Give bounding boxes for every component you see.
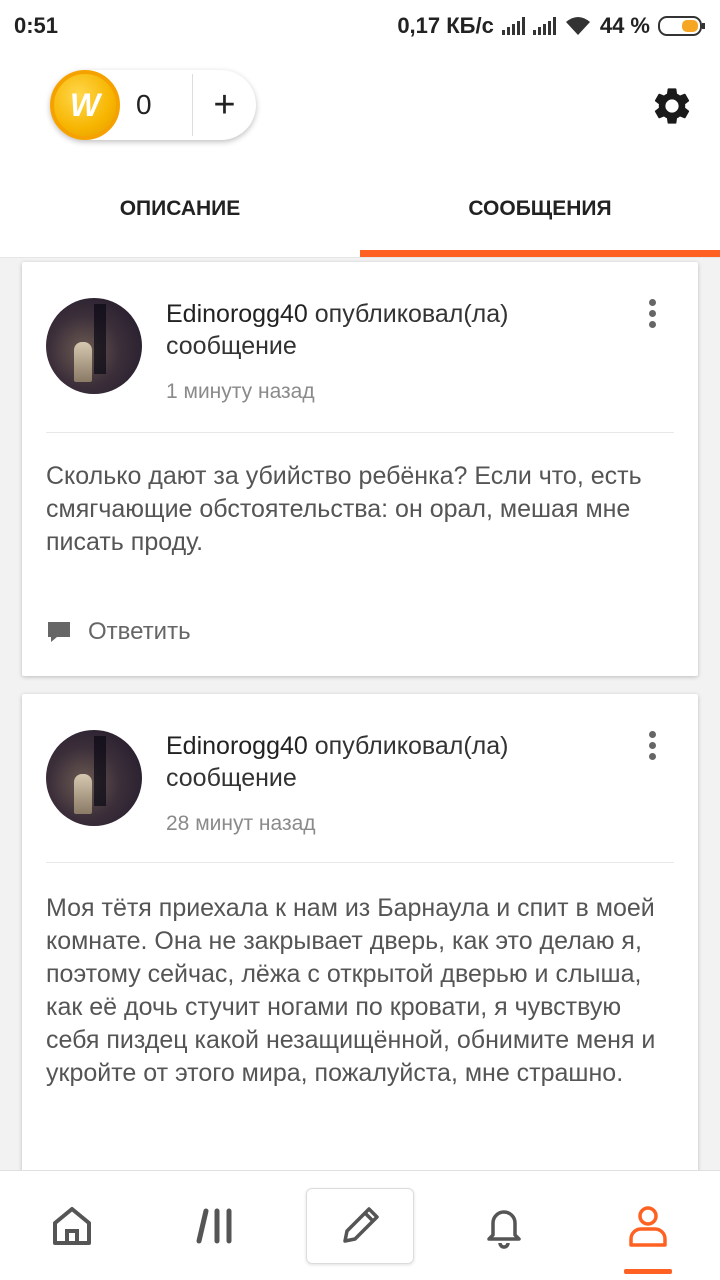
avatar[interactable]: [46, 298, 142, 394]
header: W 0 +: [0, 52, 720, 160]
post-card: Edinorogg40 опубликовал(ла) сообщение 28…: [22, 694, 698, 1170]
add-coins-button[interactable]: +: [193, 70, 256, 140]
nav-write[interactable]: [288, 1171, 432, 1280]
author-name[interactable]: Edinorogg40: [166, 732, 308, 760]
more-dot: [648, 299, 656, 306]
more-dot: [648, 742, 656, 749]
gear-icon: [654, 88, 690, 124]
more-options-button[interactable]: [642, 296, 662, 336]
battery-icon: [658, 14, 706, 38]
coin-wallet[interactable]: W 0 +: [50, 70, 256, 140]
more-options-button[interactable]: [642, 728, 662, 768]
more-dot: [648, 753, 656, 760]
tab-description[interactable]: ОПИСАНИЕ: [0, 160, 360, 257]
coin-icon: W: [50, 70, 120, 140]
comment-icon: [48, 622, 70, 642]
coin-count: 0: [136, 89, 152, 120]
post-text: Сколько дают за убийство ребёнка? Если ч…: [46, 462, 642, 556]
write-icon: [343, 1207, 379, 1243]
divider: [46, 432, 674, 433]
post-header: Edinorogg40 опубликовал(ла) сообщение: [166, 298, 596, 362]
more-dot: [648, 310, 656, 317]
bell-icon: [487, 1210, 521, 1249]
more-dot: [648, 731, 656, 738]
svg-text:W: W: [70, 87, 103, 123]
status-right: 0,17 КБ/с 44 %: [397, 13, 706, 39]
nav-profile[interactable]: [576, 1171, 720, 1280]
reply-label: Ответить: [88, 618, 191, 645]
tab-messages[interactable]: СООБЩЕНИЯ: [360, 160, 720, 257]
divider: [46, 862, 674, 863]
reply-button[interactable]: Ответить: [46, 618, 191, 646]
network-speed: 0,17 КБ/с: [397, 13, 494, 38]
author-name[interactable]: Edinorogg40: [166, 300, 308, 328]
status-bar: 0:51 0,17 КБ/с 44 %: [0, 0, 720, 52]
post-header: Edinorogg40 опубликовал(ла) сообщение: [166, 730, 596, 794]
battery-percent: 44 %: [599, 13, 650, 38]
post-timestamp: 1 минуту назад: [166, 380, 315, 403]
signal-icon-2: [532, 17, 556, 35]
profile-icon: [629, 1206, 667, 1247]
avatar[interactable]: [46, 730, 142, 826]
tab-bar: ОПИСАНИЕ СООБЩЕНИЯ: [0, 160, 720, 258]
message-feed[interactable]: Edinorogg40 опубликовал(ла) сообщение 1 …: [0, 258, 720, 1170]
library-icon: [196, 1208, 232, 1244]
nav-home[interactable]: [0, 1171, 144, 1280]
more-dot: [648, 321, 656, 328]
post-timestamp: 28 минут назад: [166, 812, 316, 835]
nav-active-indicator: [624, 1269, 672, 1274]
post-text: Моя тётя приехала к нам из Барнаула и сп…: [46, 894, 656, 1087]
write-button[interactable]: [306, 1188, 414, 1264]
signal-icon: [501, 17, 525, 35]
home-icon: [53, 1207, 91, 1245]
status-time: 0:51: [14, 13, 59, 38]
wifi-icon: [564, 15, 592, 37]
bottom-nav: [0, 1170, 720, 1280]
nav-notifications[interactable]: [432, 1171, 576, 1280]
post-card: Edinorogg40 опубликовал(ла) сообщение 1 …: [22, 262, 698, 676]
settings-button[interactable]: [650, 84, 694, 128]
nav-library[interactable]: [144, 1171, 288, 1280]
